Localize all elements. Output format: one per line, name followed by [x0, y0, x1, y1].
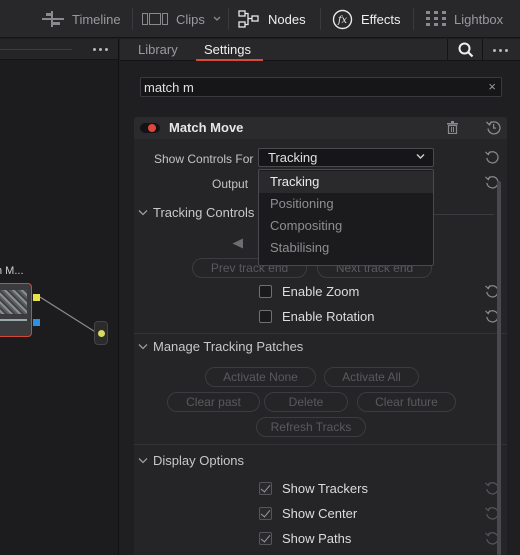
- clips-tab[interactable]: Clips: [142, 0, 221, 38]
- chevron-down-icon: [213, 16, 221, 21]
- clips-label: Clips: [176, 11, 205, 27]
- display-options-section[interactable]: Display Options: [134, 452, 507, 472]
- delete-button[interactable]: Delete: [264, 392, 348, 412]
- nodes-label: Nodes: [268, 11, 306, 27]
- enable-zoom-label: Enable Zoom: [282, 284, 360, 299]
- tool-header: Match Move: [134, 117, 507, 139]
- chevron-down-icon: [138, 344, 148, 350]
- inspector-panel: Library Settings match m × Match Move Sh…: [120, 39, 520, 555]
- timeline-icon: [42, 11, 64, 27]
- tool-settings-panel: Match Move Show Controls For Tracking Ou…: [134, 117, 507, 555]
- node-mask-port[interactable]: [33, 319, 40, 326]
- reset-tool-icon[interactable]: [486, 120, 501, 135]
- node-label: h M...: [0, 265, 24, 277]
- refresh-tracks-button[interactable]: Refresh Tracks: [256, 417, 366, 437]
- show-controls-label: Show Controls For: [154, 152, 254, 166]
- show-paths-label: Show Paths: [282, 531, 352, 546]
- show-trackers-checkbox[interactable]: [259, 482, 272, 495]
- svg-text:fx: fx: [337, 15, 348, 26]
- show-controls-dropdown: Tracking Positioning Compositing Stabili…: [258, 169, 434, 266]
- lightbox-label: Lightbox: [454, 11, 504, 27]
- search-icon[interactable]: [458, 42, 474, 58]
- toolbar-divider: [320, 8, 321, 30]
- option-stabilising[interactable]: Stabilising: [259, 237, 433, 259]
- clear-future-button[interactable]: Clear future: [357, 392, 456, 412]
- inspector-tabbar: Library Settings: [120, 39, 520, 61]
- media-out-node[interactable]: [94, 321, 108, 345]
- match-move-node[interactable]: [0, 283, 32, 337]
- chevron-down-icon: [138, 458, 148, 464]
- tab-library[interactable]: Library: [138, 42, 178, 57]
- clear-search-icon[interactable]: ×: [488, 79, 496, 94]
- toolbar-divider: [228, 8, 229, 30]
- trash-icon[interactable]: [447, 121, 458, 134]
- option-positioning[interactable]: Positioning: [259, 193, 433, 215]
- active-tab-indicator: [196, 59, 263, 61]
- search-value: match m: [144, 80, 194, 95]
- effects-tab[interactable]: fx Effects: [332, 0, 401, 38]
- activate-all-button[interactable]: Activate All: [324, 367, 419, 387]
- section-divider: [134, 444, 507, 445]
- output-port[interactable]: [98, 330, 105, 337]
- node-connection: [40, 296, 98, 334]
- manage-patches-section[interactable]: Manage Tracking Patches: [134, 338, 507, 358]
- show-center-label: Show Center: [282, 506, 358, 521]
- lightbox-icon: [426, 11, 446, 26]
- show-controls-select[interactable]: Tracking: [258, 148, 434, 167]
- node-editor-header: [0, 39, 118, 60]
- nodes-tab[interactable]: Nodes: [238, 0, 306, 38]
- show-controls-value: Tracking: [268, 150, 318, 165]
- show-paths-checkbox[interactable]: [259, 532, 272, 545]
- tabbar-divider: [447, 39, 448, 61]
- display-options-title: Display Options: [153, 453, 245, 468]
- option-tracking[interactable]: Tracking: [259, 171, 433, 193]
- node-editor[interactable]: h M...: [0, 39, 119, 555]
- tabbar-divider: [482, 39, 483, 61]
- toolbar-divider: [132, 8, 133, 30]
- search-input[interactable]: match m ×: [140, 77, 502, 97]
- lightbox-tab[interactable]: Lightbox: [426, 0, 503, 38]
- tracking-controls-title: Tracking Controls: [153, 205, 255, 220]
- tab-settings[interactable]: Settings: [204, 42, 251, 57]
- show-center-checkbox[interactable]: [259, 507, 272, 520]
- inspector-scrollbar[interactable]: [497, 181, 501, 555]
- more-options-icon[interactable]: [493, 49, 508, 52]
- effects-icon: fx: [332, 9, 353, 29]
- output-label: Output: [212, 177, 249, 191]
- more-options-icon[interactable]: [93, 48, 108, 51]
- timeline-label: Timeline: [72, 11, 121, 27]
- manage-patches-title: Manage Tracking Patches: [153, 339, 304, 354]
- timeline-tab[interactable]: Timeline: [42, 0, 121, 38]
- chevron-down-icon: [416, 154, 425, 159]
- node-thumbnail: [0, 290, 27, 314]
- nodes-icon: [238, 10, 259, 28]
- node-input-port[interactable]: [33, 294, 40, 301]
- tool-enable-toggle[interactable]: [140, 123, 160, 133]
- track-backward-icon[interactable]: [232, 238, 244, 249]
- enable-rotation-label: Enable Rotation: [282, 309, 375, 324]
- activate-none-button[interactable]: Activate None: [205, 367, 316, 387]
- header-divider: [0, 49, 72, 50]
- top-toolbar: Timeline Clips Nodes fx Effects Lightbox: [0, 0, 520, 38]
- reset-icon[interactable]: [485, 150, 499, 164]
- show-trackers-label: Show Trackers: [282, 481, 368, 496]
- enable-rotation-checkbox[interactable]: [259, 310, 272, 323]
- chevron-down-icon: [138, 210, 148, 216]
- toolbar-divider: [413, 8, 414, 30]
- clips-icon: [142, 13, 168, 25]
- option-compositing[interactable]: Compositing: [259, 215, 433, 237]
- tool-name: Match Move: [169, 120, 244, 135]
- enable-zoom-checkbox[interactable]: [259, 285, 272, 298]
- section-divider: [134, 333, 507, 334]
- node-bar: [0, 319, 27, 321]
- clear-past-button[interactable]: Clear past: [167, 392, 260, 412]
- effects-label: Effects: [361, 11, 401, 27]
